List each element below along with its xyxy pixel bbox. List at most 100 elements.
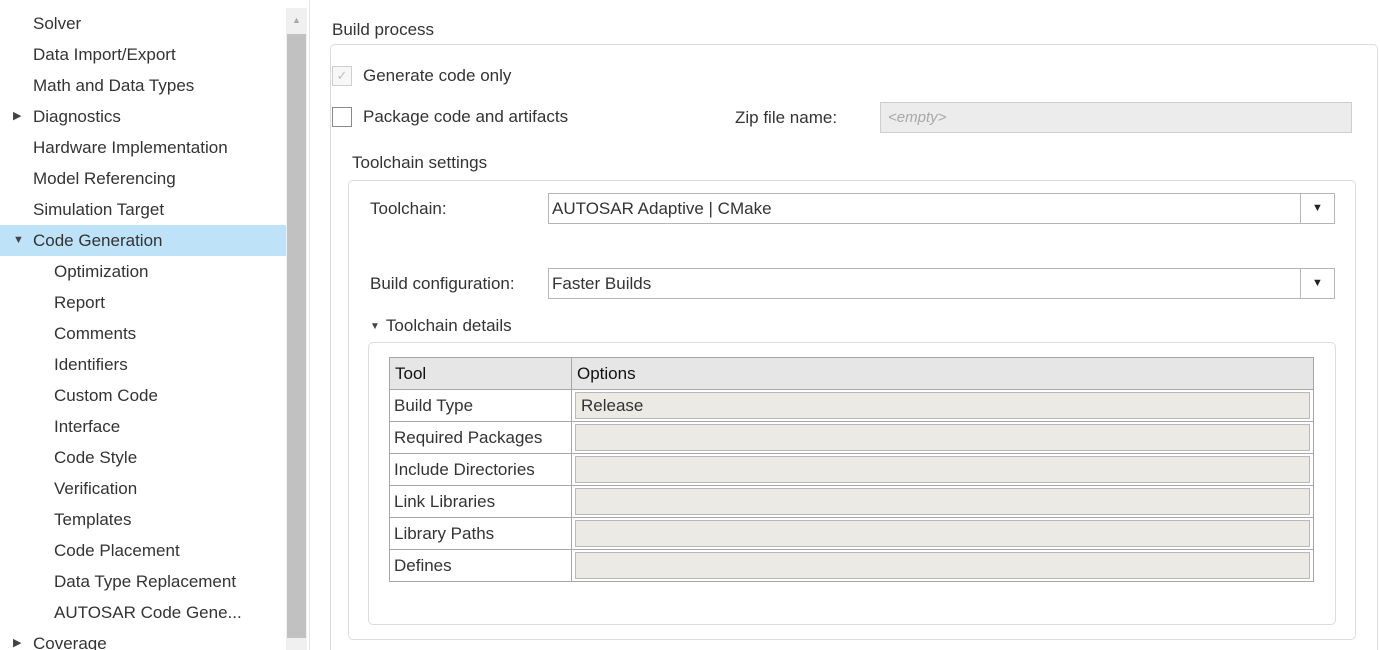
generate-code-only-checkbox[interactable]: ✓ xyxy=(332,66,352,86)
sidebar-item-label: Data Import/Export xyxy=(33,45,176,64)
sidebar-item-label: AUTOSAR Code Gene... xyxy=(54,603,242,622)
sidebar-item-interface[interactable]: Interface xyxy=(0,411,286,442)
sidebar-item-simulation-target[interactable]: Simulation Target xyxy=(0,194,286,225)
config-category-tree: Solver Data Import/Export Math and Data Ty… xyxy=(0,8,286,650)
checkmark-icon: ✓ xyxy=(336,68,348,83)
sidebar-item-hardware-implementation[interactable]: Hardware Implementation xyxy=(0,132,286,163)
build-process-title: Build process xyxy=(332,20,435,39)
toolchain-details-toggle[interactable]: ▼ Toolchain details xyxy=(370,316,512,336)
sidebar-item-comments[interactable]: Comments xyxy=(0,318,286,349)
sidebar-item-report[interactable]: Report xyxy=(0,287,286,318)
tool-options-field[interactable] xyxy=(575,520,1310,547)
sidebar-item-templates[interactable]: Templates xyxy=(0,504,286,535)
sidebar-item-model-referencing[interactable]: Model Referencing xyxy=(0,163,286,194)
toolchain-value: AUTOSAR Adaptive | CMake xyxy=(552,199,772,218)
table-row: Build Type Release xyxy=(389,389,1314,422)
sidebar-item-optimization[interactable]: Optimization xyxy=(0,256,286,287)
tool-options-cell xyxy=(571,517,1314,550)
tool-options-field[interactable] xyxy=(575,456,1310,483)
sidebar-item-label: Identifiers xyxy=(54,355,128,374)
toolchain-dropdown[interactable]: AUTOSAR Adaptive | CMake ▼ xyxy=(548,193,1335,224)
package-code-label: Package code and artifacts xyxy=(363,107,569,126)
sidebar-item-data-import-export[interactable]: Data Import/Export xyxy=(0,39,286,70)
table-row: Required Packages xyxy=(389,421,1314,454)
sidebar-item-diagnostics[interactable]: ▶ Diagnostics xyxy=(0,101,286,132)
sidebar-item-label: Code Generation xyxy=(33,231,163,250)
sidebar-scrollbar[interactable]: ▲ xyxy=(286,8,307,650)
toolchain-details-label: Toolchain details xyxy=(385,316,512,335)
tool-options-cell xyxy=(571,453,1314,486)
sidebar-item-label: Coverage xyxy=(33,634,107,650)
package-code-option[interactable]: Package code and artifacts xyxy=(332,107,568,127)
scroll-up-arrow-icon[interactable]: ▲ xyxy=(286,8,307,32)
tool-options-cell xyxy=(571,485,1314,518)
tool-options-field[interactable]: Release xyxy=(575,392,1310,419)
sidebar-item-label: Diagnostics xyxy=(33,107,121,126)
sidebar-item-label: Code Placement xyxy=(54,541,180,560)
zip-file-name-input[interactable]: <empty> xyxy=(880,102,1352,133)
column-header-tool: Tool xyxy=(389,357,572,390)
tool-options-field[interactable] xyxy=(575,488,1310,515)
tool-name-cell: Defines xyxy=(389,549,572,582)
sidebar-item-label: Verification xyxy=(54,479,138,498)
build-configuration-dropdown[interactable]: Faster Builds ▼ xyxy=(548,268,1335,299)
sidebar-item-label: Code Style xyxy=(54,448,138,467)
tool-name-cell: Required Packages xyxy=(389,421,572,454)
main-panel: Build process ✓ Generate code only Packa… xyxy=(310,0,1380,650)
collapsed-arrow-icon[interactable]: ▶ xyxy=(13,628,21,650)
toolchain-label: Toolchain: xyxy=(370,199,447,218)
scrollbar-thumb[interactable] xyxy=(287,34,306,638)
sidebar-item-code-style[interactable]: Code Style xyxy=(0,442,286,473)
tool-options-cell xyxy=(571,549,1314,582)
toolchain-settings-title: Toolchain settings xyxy=(352,153,488,172)
table-row: Defines xyxy=(389,549,1314,582)
sidebar-item-identifiers[interactable]: Identifiers xyxy=(0,349,286,380)
sidebar-item-label: Custom Code xyxy=(54,386,158,405)
sidebar-item-verification[interactable]: Verification xyxy=(0,473,286,504)
sidebar-item-label: Comments xyxy=(54,324,137,343)
sidebar-item-code-placement[interactable]: Code Placement xyxy=(0,535,286,566)
table-row: Library Paths xyxy=(389,517,1314,550)
tool-name-cell: Build Type xyxy=(389,389,572,422)
collapsed-arrow-icon[interactable]: ▶ xyxy=(13,101,21,132)
tool-options-cell: Release xyxy=(571,389,1314,422)
tool-name-cell: Library Paths xyxy=(389,517,572,550)
sidebar-item-label: Data Type Replacement xyxy=(54,572,237,591)
dropdown-arrow-icon[interactable]: ▼ xyxy=(1300,269,1334,298)
sidebar-item-autosar-code-gene[interactable]: AUTOSAR Code Gene... xyxy=(0,597,286,628)
sidebar-item-math-and-data-types[interactable]: Math and Data Types xyxy=(0,70,286,101)
sidebar-item-coverage[interactable]: ▶ Coverage xyxy=(0,628,286,650)
sidebar-item-code-generation[interactable]: ▼ Code Generation xyxy=(0,225,286,256)
build-configuration-label: Build configuration: xyxy=(370,274,515,293)
sidebar-item-label: Templates xyxy=(54,510,132,529)
table-row: Include Directories xyxy=(389,453,1314,486)
sidebar-item-label: Interface xyxy=(54,417,121,436)
expanded-arrow-icon: ▼ xyxy=(370,320,380,332)
dropdown-arrow-icon[interactable]: ▼ xyxy=(1300,194,1334,223)
generate-code-only-label: Generate code only xyxy=(363,66,512,85)
sidebar-item-label: Math and Data Types xyxy=(33,76,195,95)
sidebar-item-data-type-replacement[interactable]: Data Type Replacement xyxy=(0,566,286,597)
sidebar-item-label: Optimization xyxy=(54,262,149,281)
sidebar-item-label: Report xyxy=(54,293,106,312)
sidebar-item-solver[interactable]: Solver xyxy=(0,8,286,39)
generate-code-only-option[interactable]: ✓ Generate code only xyxy=(332,66,511,86)
sidebar-item-label: Solver xyxy=(33,14,82,33)
table-row: Link Libraries xyxy=(389,485,1314,518)
tool-options-field[interactable] xyxy=(575,552,1310,579)
column-header-options: Options xyxy=(571,357,1314,390)
tool-name-cell: Include Directories xyxy=(389,453,572,486)
sidebar-item-custom-code[interactable]: Custom Code xyxy=(0,380,286,411)
toolchain-details-table: Tool Options Build Type Release Required P… xyxy=(389,357,1314,582)
tool-options-field[interactable] xyxy=(575,424,1310,451)
table-header-row: Tool Options xyxy=(389,357,1314,390)
sidebar-item-label: Hardware Implementation xyxy=(33,138,228,157)
sidebar-item-label: Simulation Target xyxy=(33,200,165,219)
tool-name-cell: Link Libraries xyxy=(389,485,572,518)
tool-options-cell xyxy=(571,421,1314,454)
package-code-checkbox[interactable] xyxy=(332,107,352,127)
sidebar-tree: Solver Data Import/Export Math and Data Ty… xyxy=(0,0,310,650)
expanded-arrow-icon[interactable]: ▼ xyxy=(13,225,24,256)
zip-file-name-label: Zip file name: xyxy=(735,108,838,127)
sidebar-item-label: Model Referencing xyxy=(33,169,176,188)
